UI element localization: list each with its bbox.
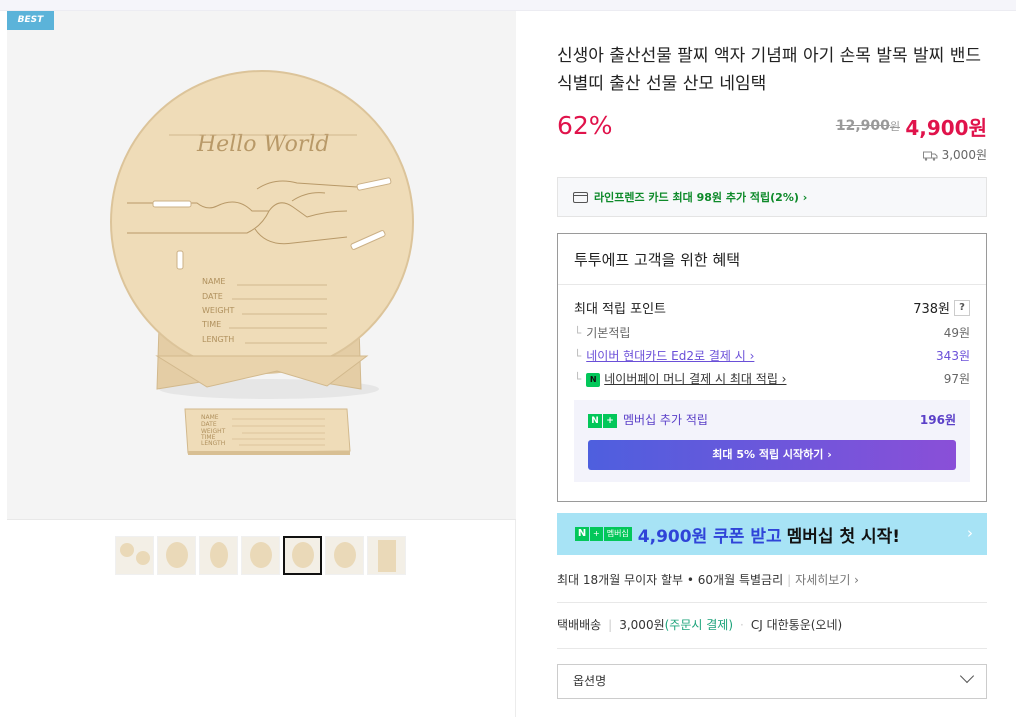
hyundai-card-row[interactable]: └ 네이버 현대카드 Ed2로 결제 시 › 343원: [574, 347, 970, 364]
delivery-info: 택배배송 | 3,000원(주문시 결제) · CJ 대한통운(오네): [557, 618, 843, 632]
shipping-fee: 3,000원: [922, 146, 987, 163]
svg-text:DATE: DATE: [201, 421, 217, 428]
max-points-row: 최대 적립 포인트 738원?: [574, 298, 970, 317]
card-promo-banner[interactable]: 라인프렌즈 카드 최대 98원 추가 적립(2%) ›: [557, 177, 987, 217]
thumbnail-1[interactable]: [115, 536, 154, 575]
divider: [558, 284, 986, 285]
npay-money-row[interactable]: └ N 네이버페이 머니 결제 시 최대 적립 › 97원: [574, 370, 970, 387]
top-bar: [0, 0, 1016, 11]
benefit-panel: 투투에프 고객을 위한 혜택 최대 적립 포인트 738원? └ 기본적립 49원…: [557, 233, 987, 502]
field-time: TIME: [201, 320, 221, 329]
thumbnail-2[interactable]: [157, 536, 196, 575]
field-date: DATE: [202, 292, 223, 301]
coupon-text: 4,900원 쿠폰 받고: [637, 526, 782, 547]
thumbnail-6[interactable]: [325, 536, 364, 575]
product-title: 신생아 출산선물 팔찌 액자 기념패 아기 손목 발목 발찌 밴드 식별띠 출산…: [557, 46, 981, 94]
option-select[interactable]: 옵션명: [557, 664, 987, 699]
installment-info: 최대 18개월 무이자 할부 • 60개월 특별금리 | 자세히보기 ›: [557, 573, 859, 587]
membership-box: N + 멤버십 추가 적립 196원 최대 5% 적립 시작하기 ›: [574, 400, 970, 482]
sale-price: 4,900원: [905, 116, 987, 140]
help-icon[interactable]: ?: [954, 299, 970, 316]
benefit-title: 투투에프 고객을 위한 혜택: [574, 251, 741, 269]
max-points-value: 738원: [913, 302, 950, 317]
membership-value: 196원: [919, 413, 956, 427]
svg-text:NAME: NAME: [201, 414, 219, 421]
divider: [557, 648, 987, 649]
product-illustration: Hello World NAME DATE WEIGHT TIME LENGTH: [110, 70, 414, 455]
coupon-text-2: 멤버십 첫 시작!: [786, 526, 901, 547]
naver-plus-icon: N +: [588, 413, 617, 428]
card-icon: [573, 191, 588, 203]
membership-label: 멤버십 추가 적립: [623, 413, 708, 427]
discount-rate: 62%: [557, 111, 613, 140]
field-weight: WEIGHT: [202, 306, 235, 315]
divider: [557, 602, 987, 603]
main-product-image[interactable]: Hello World NAME DATE WEIGHT TIME LENGTH: [7, 11, 516, 520]
product-gallery: Hello World NAME DATE WEIGHT TIME LENGTH: [7, 11, 516, 717]
best-badge: BEST: [7, 11, 54, 30]
start-membership-button[interactable]: 최대 5% 적립 시작하기 ›: [588, 440, 956, 470]
thumbnail-7[interactable]: [367, 536, 406, 575]
basic-points-row: └ 기본적립 49원: [574, 326, 970, 340]
thumbnail-strip: [115, 536, 406, 576]
card-promo-text: 라인프렌즈 카드 최대 98원 추가 적립(2%) ›: [594, 191, 808, 204]
thumbnail-5-selected[interactable]: [283, 536, 322, 575]
chevron-down-icon: [959, 668, 975, 684]
thumbnail-3[interactable]: [199, 536, 238, 575]
thumbnail-4[interactable]: [241, 536, 280, 575]
field-name: NAME: [202, 277, 225, 286]
truck-icon: [922, 150, 938, 161]
npay-icon: N: [586, 372, 601, 387]
coupon-banner[interactable]: N + 멤버십 4,900원 쿠폰 받고 멤버십 첫 시작! ›: [557, 513, 987, 555]
field-length: LENGTH: [202, 335, 234, 344]
chevron-right-icon: ›: [967, 524, 973, 542]
original-price: 12,900원: [835, 118, 900, 134]
installment-detail-link[interactable]: 자세히보기 ›: [795, 573, 859, 587]
svg-text:LENGTH: LENGTH: [201, 440, 225, 447]
membership-tag: N + 멤버십: [575, 527, 632, 541]
hello-world-engraving: Hello World: [196, 132, 330, 157]
